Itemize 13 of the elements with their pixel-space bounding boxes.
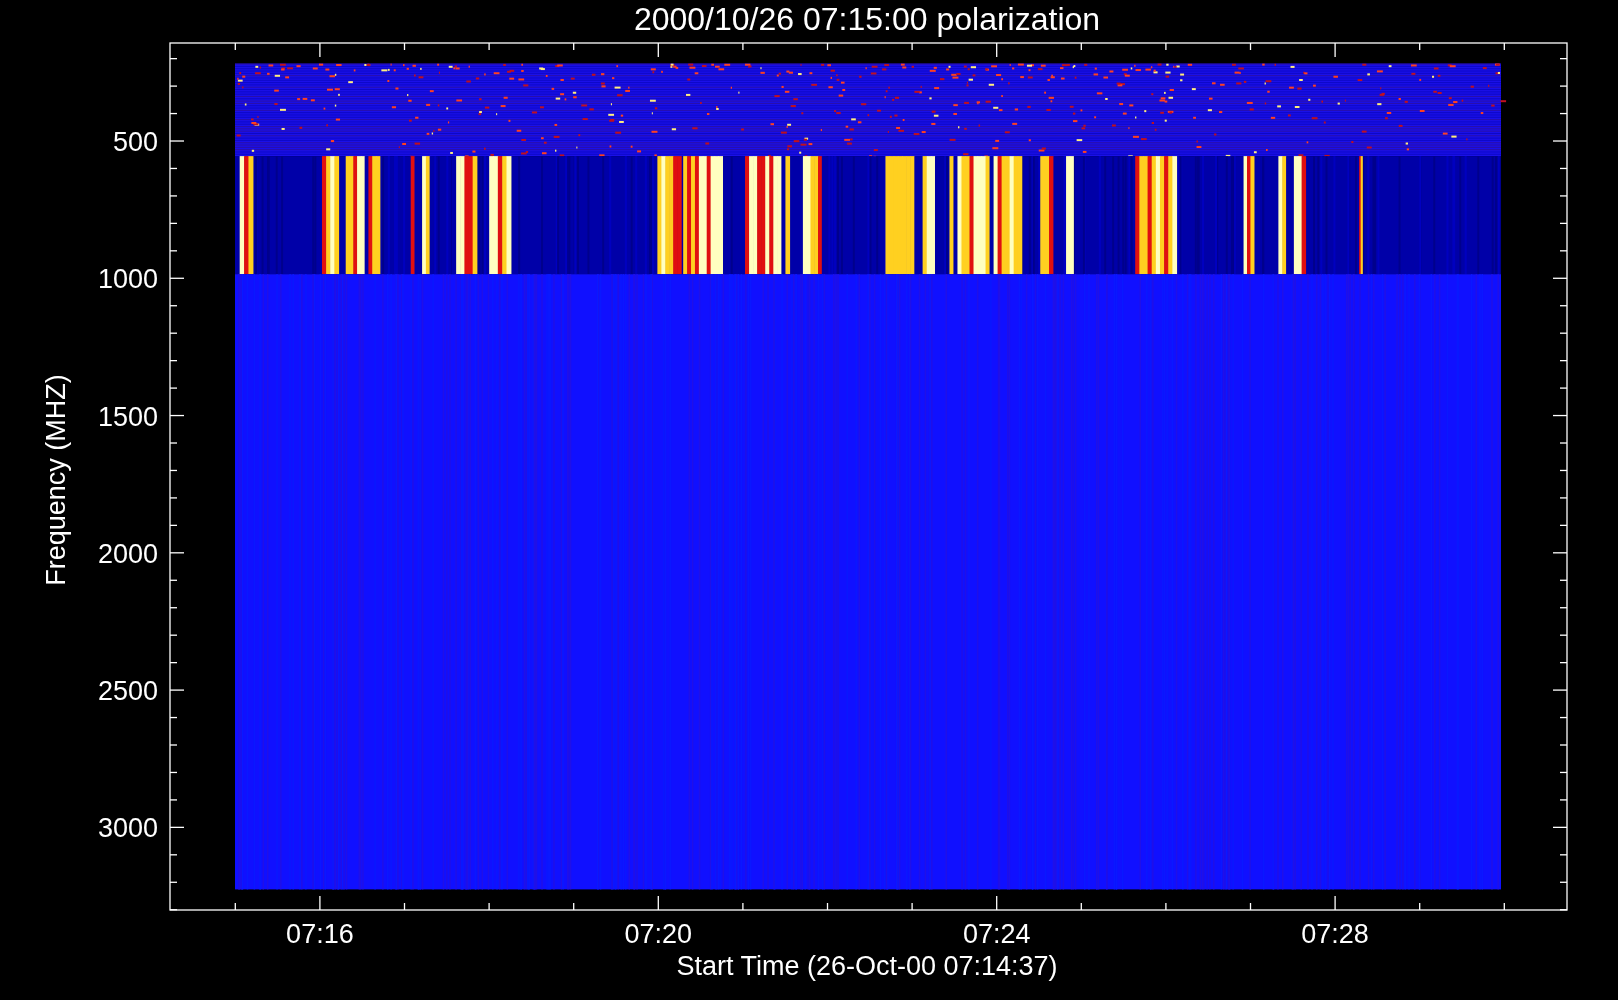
tick-label: 500	[112, 127, 158, 157]
tick-label: 2000	[97, 538, 158, 569]
tick-label: 07:20	[624, 919, 693, 949]
tick-label: 07:28	[1301, 919, 1369, 949]
axis-label: Start Time (26-Oct-00 07:14:37)	[676, 951, 1058, 981]
tick-label: 07:24	[962, 919, 1031, 949]
axis-label: Frequency (MHZ)	[41, 374, 71, 586]
tick-label: 07:16	[286, 919, 354, 949]
tick-label: 3000	[97, 813, 158, 844]
tick-label: 2500	[97, 676, 158, 707]
plot-title: 2000/10/26 07:15:00 polarization	[633, 1, 1101, 37]
tick-label: 1000	[97, 264, 158, 295]
tick-label: 1500	[97, 401, 158, 432]
